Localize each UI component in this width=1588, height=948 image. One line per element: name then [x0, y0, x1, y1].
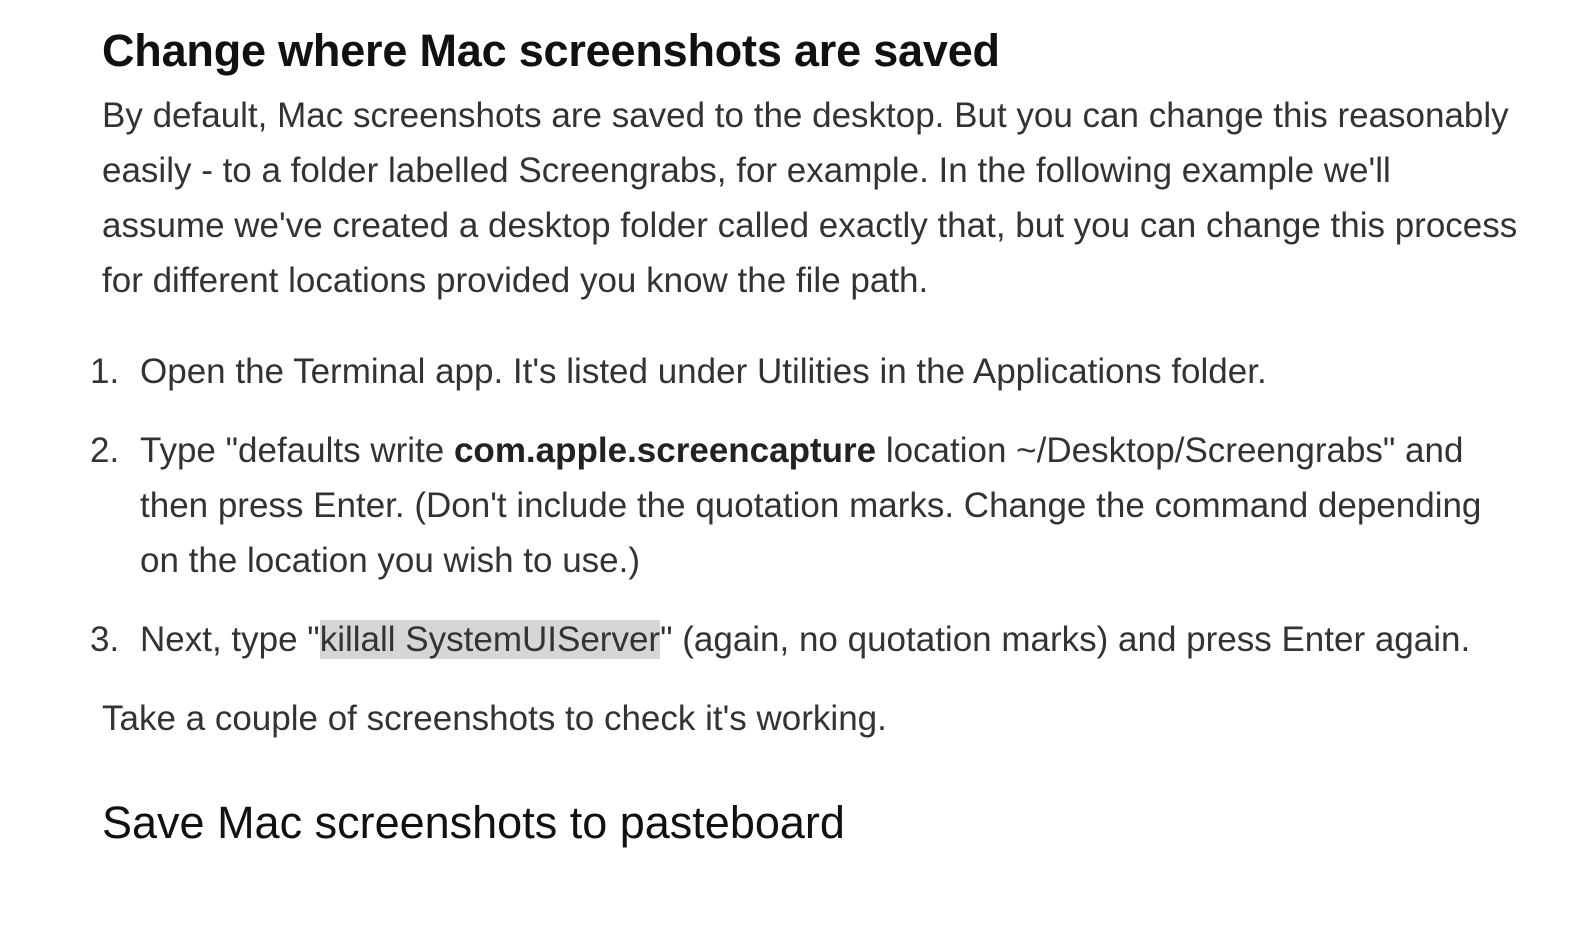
- steps-list: 1. Open the Terminal app. It's listed un…: [90, 344, 1522, 667]
- next-section-heading: Save Mac screenshots to pasteboard: [102, 797, 845, 848]
- step-text-before: Next, type ": [140, 620, 320, 659]
- section-heading: Change where Mac screenshots are saved: [102, 25, 1000, 76]
- step-text-after: " (again, no quotation marks) and press …: [660, 620, 1471, 659]
- step-number: 3.: [90, 620, 120, 659]
- step-text-before: Type "defaults write: [140, 431, 454, 470]
- step-number: 2.: [90, 431, 120, 470]
- closing-paragraph: Take a couple of screenshots to check it…: [102, 699, 887, 738]
- highlighted-command[interactable]: killall SystemUIServer: [319, 620, 661, 659]
- list-item-step-2: 2. Type "defaults write com.apple.screen…: [90, 423, 1522, 588]
- list-item-step-1: 1. Open the Terminal app. It's listed un…: [90, 344, 1522, 399]
- step-text: Open the Terminal app. It's listed under…: [140, 352, 1267, 391]
- bold-command: com.apple.screencapture: [453, 431, 877, 470]
- article-content: Change where Mac screenshots are saved B…: [90, 22, 1522, 852]
- step-number: 1.: [90, 352, 120, 391]
- intro-paragraph: By default, Mac screenshots are saved to…: [102, 96, 1518, 300]
- list-item-step-3: 3. Next, type "killall SystemUIServer" (…: [90, 612, 1522, 667]
